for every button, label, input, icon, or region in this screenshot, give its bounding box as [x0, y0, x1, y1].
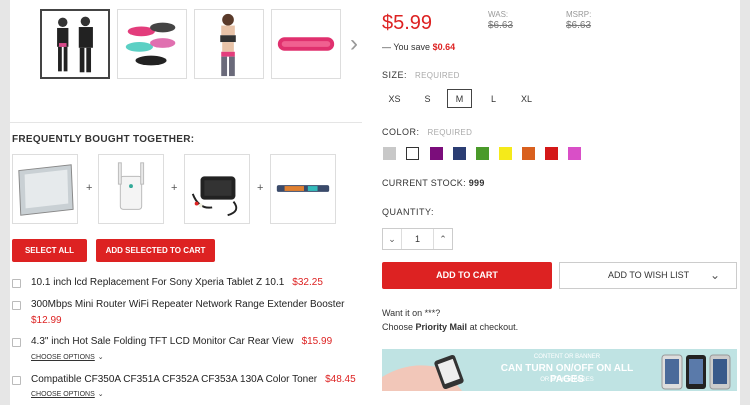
fbt-item-price: $15.99	[301, 336, 333, 347]
you-save-label: — You save	[382, 42, 431, 52]
waist-belts-image	[118, 10, 186, 78]
you-save-text: — You save $0.64	[382, 42, 455, 52]
size-option-s[interactable]: S	[415, 89, 440, 108]
color-swatch-pink[interactable]	[568, 147, 581, 160]
fbt-item-image-router[interactable]	[98, 154, 164, 224]
color-label: COLOR: REQUIRED	[382, 127, 472, 137]
color-swatch-green[interactable]	[476, 147, 489, 160]
fbt-plus-sign: +	[171, 182, 178, 194]
size-option-xs[interactable]: XS	[382, 89, 407, 108]
select-all-button[interactable]: SELECT ALL	[12, 239, 87, 262]
sportswear-image	[42, 11, 108, 77]
increment-chevron-icon[interactable]: ⌃	[434, 229, 452, 249]
add-to-wishlist-button[interactable]: ADD TO WISH LIST ⌄	[559, 262, 737, 289]
choose-shipping-text: Choose Priority Mail at checkout.	[382, 322, 518, 332]
fbt-item-image-monitor[interactable]	[184, 154, 250, 224]
color-swatch-white[interactable]	[406, 147, 419, 160]
gallery-thumbnail-sports-bra[interactable]	[194, 9, 264, 79]
size-option-xl[interactable]: XL	[514, 89, 539, 108]
you-save-amount: $0.64	[432, 42, 456, 52]
banner-top-text: CONTENT OR BANNER	[533, 354, 601, 360]
stock-value: 999	[468, 178, 485, 188]
fbt-item-name-text[interactable]: 10.1 inch lcd Replacement For Sony Xperi…	[31, 277, 284, 288]
fbt-plus-sign: +	[86, 182, 93, 194]
pink-belt-image	[272, 10, 340, 78]
chevron-down-icon: ⌄	[97, 391, 104, 398]
size-required-tag: REQUIRED	[415, 71, 460, 80]
wifi-router-image	[99, 155, 163, 223]
chevron-down-icon: ⌄	[709, 268, 720, 282]
was-price: $6.63	[488, 20, 514, 31]
fbt-item-checkbox[interactable]	[12, 279, 21, 288]
gallery-thumbnail-sportswear[interactable]	[40, 9, 110, 79]
fbt-item-price: $32.25	[292, 277, 323, 288]
page-right-border	[740, 0, 750, 405]
promo-banner[interactable]: CONTENT OR BANNER CAN TURN ON/OFF ON ALL…	[382, 349, 737, 391]
add-to-cart-button[interactable]: ADD TO CART	[382, 262, 552, 289]
chevron-down-icon: ⌄	[97, 354, 104, 361]
page-left-border	[0, 0, 10, 405]
banner-bottom-text: OR OTHER PAGES	[540, 377, 594, 383]
choose-options-label: CHOOSE OPTIONS	[31, 391, 95, 398]
gallery-thumbnail-pink-belt[interactable]	[271, 9, 341, 79]
color-swatch-gray[interactable]	[383, 147, 396, 160]
msrp-label: MSRP:	[566, 10, 592, 19]
stock-label: CURRENT STOCK:	[382, 178, 466, 188]
lcd-panel-image	[13, 155, 77, 223]
size-option-l[interactable]: L	[481, 89, 506, 108]
sports-bra-image	[195, 10, 263, 78]
fbt-item-name: 10.1 inch lcd Replacement For Sony Xperi…	[31, 277, 323, 288]
gallery-thumbnail-belts[interactable]	[117, 9, 187, 79]
choose-options-link[interactable]: CHOOSE OPTIONS ⌄	[31, 390, 104, 398]
product-gallery: ›	[40, 9, 370, 79]
quantity-stepper: ⌄ 1 ⌃	[382, 228, 453, 250]
add-selected-to-cart-button[interactable]: ADD SELECTED TO CART	[96, 239, 215, 262]
decrement-chevron-icon[interactable]: ⌄	[383, 229, 401, 249]
color-label-text: COLOR:	[382, 127, 420, 137]
fbt-item-price: $48.45	[325, 374, 356, 385]
section-divider	[10, 122, 362, 123]
fbt-item-name-text[interactable]: Compatible CF350A CF351A CF352A CF353A 1…	[31, 374, 317, 385]
color-swatch-navy[interactable]	[453, 147, 466, 160]
quantity-input[interactable]: 1	[401, 229, 434, 249]
color-swatch-red[interactable]	[545, 147, 558, 160]
quantity-label: QUANTITY:	[382, 207, 435, 217]
size-label-text: SIZE:	[382, 70, 408, 80]
fbt-item-image-lcd[interactable]	[12, 154, 78, 224]
color-swatch-yellow[interactable]	[499, 147, 512, 160]
toner-cartridge-image	[271, 155, 335, 223]
fbt-item-name-text[interactable]: 300Mbps Mini Router WiFi Repeater Networ…	[31, 299, 344, 310]
was-label: WAS:	[488, 10, 509, 19]
choose-options-label: CHOOSE OPTIONS	[31, 354, 95, 361]
gallery-next-arrow-icon[interactable]: ›	[346, 29, 362, 59]
fbt-item-name-text[interactable]: 4.3" inch Hot Sale Folding TFT LCD Monit…	[31, 336, 294, 347]
choose-suffix: at checkout.	[469, 322, 519, 332]
car-monitor-image	[185, 155, 249, 223]
fbt-item-image-toner[interactable]	[270, 154, 336, 224]
fbt-item-checkbox[interactable]	[12, 338, 21, 347]
color-swatch-orange[interactable]	[522, 147, 535, 160]
choose-options-link[interactable]: CHOOSE OPTIONS ⌄	[31, 353, 104, 361]
wishlist-label: ADD TO WISH LIST	[608, 270, 690, 280]
fbt-item-name: Compatible CF350A CF351A CF352A CF353A 1…	[31, 374, 356, 385]
color-swatch-purple[interactable]	[430, 147, 443, 160]
fbt-plus-sign: +	[257, 182, 264, 194]
priority-mail-text: Priority Mail	[415, 322, 468, 332]
fbt-title: FREQUENTLY BOUGHT TOGETHER:	[12, 134, 195, 145]
fbt-item-price: $12.99	[31, 315, 62, 326]
want-it-on-text: Want it on ***?	[382, 308, 441, 318]
msrp-price: $6.63	[566, 20, 592, 31]
fbt-item-name: 4.3" inch Hot Sale Folding TFT LCD Monit…	[31, 336, 332, 347]
fbt-item-checkbox[interactable]	[12, 376, 21, 385]
size-label: SIZE: REQUIRED	[382, 70, 460, 80]
fbt-item-checkbox[interactable]	[12, 301, 21, 310]
current-price: $5.99	[382, 12, 433, 34]
current-stock: CURRENT STOCK: 999	[382, 178, 485, 188]
size-option-m[interactable]: M	[447, 89, 472, 108]
color-required-tag: REQUIRED	[427, 128, 473, 137]
choose-prefix: Choose	[382, 322, 414, 332]
